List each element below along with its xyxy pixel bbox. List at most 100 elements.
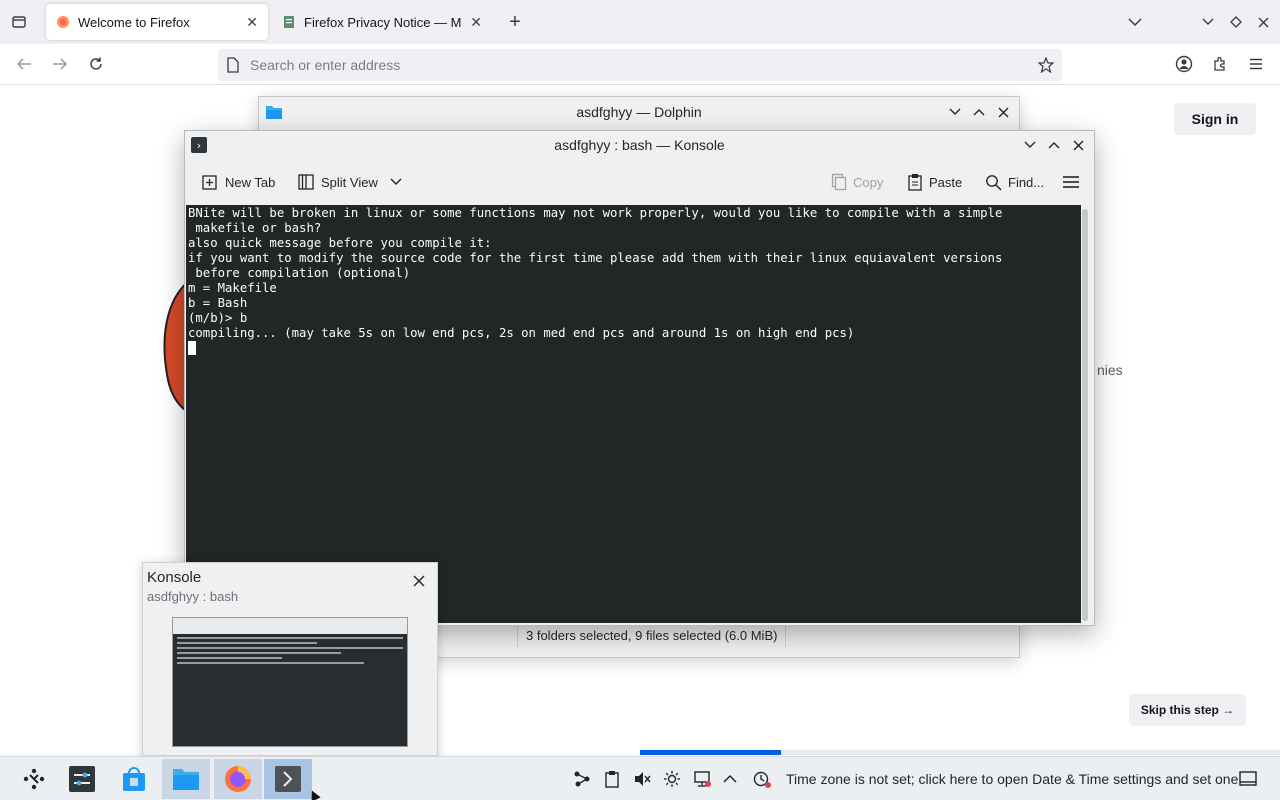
split-view-icon [298, 174, 314, 190]
reload-icon[interactable] [86, 54, 106, 74]
firefox-tab-bar: Welcome to Firefox ✕ Firefox Privacy Not… [0, 0, 1280, 44]
new-tab-label: New Tab [225, 174, 276, 190]
konsole-window[interactable]: › asdfghyy : bash — Konsole New Tab Spli… [184, 130, 1095, 626]
timezone-notice[interactable]: Time zone is not set; click here to open… [786, 771, 1238, 787]
terminal-line: also quick message before you compile it… [188, 236, 492, 250]
terminal-line: before compilation (optional) [188, 266, 411, 280]
split-view-button[interactable]: Split View [297, 167, 402, 197]
dolphin-taskbar-icon[interactable] [162, 759, 210, 799]
tab-title: Welcome to Firefox [78, 14, 190, 30]
application-launcher-icon[interactable] [10, 759, 58, 799]
close-icon[interactable] [1068, 135, 1088, 155]
clock-warning-icon[interactable] [752, 769, 772, 789]
page-icon [227, 57, 239, 73]
url-placeholder: Search or enter address [250, 57, 401, 73]
volume-muted-icon[interactable] [632, 769, 652, 789]
bookmark-star-icon[interactable] [1038, 57, 1054, 73]
tab-welcome-to-firefox[interactable]: Welcome to Firefox ✕ [46, 4, 268, 40]
window-title: asdfghyy : bash — Konsole [554, 137, 725, 153]
paste-icon [908, 174, 922, 191]
back-arrow-icon[interactable] [14, 54, 34, 74]
close-window-icon[interactable] [1253, 12, 1273, 32]
konsole-taskbar-icon[interactable] [264, 759, 312, 799]
show-desktop-icon[interactable] [1238, 769, 1258, 789]
thumbnail-text-line [177, 657, 283, 659]
terminal-cursor-line [186, 341, 1081, 357]
preview-thumbnail[interactable] [172, 617, 408, 747]
preview-window-title: asdfghyy : bash [147, 589, 239, 604]
skip-this-step-button[interactable]: Skip this step → [1129, 694, 1246, 726]
clipboard-icon[interactable] [602, 769, 622, 789]
network-disconnected-icon[interactable] [692, 769, 712, 789]
kde-connect-icon[interactable] [572, 769, 592, 789]
discover-store-icon[interactable] [110, 759, 158, 799]
search-icon [986, 174, 1002, 191]
brightness-icon[interactable] [662, 769, 682, 789]
forward-arrow-icon[interactable] [50, 54, 70, 74]
maximize-icon[interactable] [1226, 12, 1246, 32]
konsole-app-icon: › [191, 137, 207, 153]
menu-hamburger-icon[interactable] [1246, 54, 1266, 74]
thumbnail-toolbar [173, 618, 407, 634]
show-hidden-icons-chevron-up-icon[interactable] [720, 769, 740, 789]
copy-button[interactable]: Copy [831, 167, 883, 197]
minimize-icon[interactable] [1020, 135, 1040, 155]
thumbnail-text-line [177, 652, 341, 654]
system-settings-icon[interactable] [58, 759, 106, 799]
progress-fill [640, 750, 781, 755]
close-icon[interactable] [993, 102, 1013, 122]
terminal-line: b = Bash [188, 296, 248, 310]
url-bar[interactable]: Search or enter address [218, 49, 1062, 81]
sign-in-button[interactable]: Sign in [1174, 103, 1256, 135]
paste-button[interactable]: Paste [907, 167, 962, 197]
firefox-favicon-icon [57, 16, 69, 28]
folder-icon [266, 106, 282, 119]
paste-label: Paste [929, 174, 963, 190]
firefox-taskbar-icon[interactable] [214, 759, 262, 799]
window-title: asdfghyy — Dolphin [576, 104, 702, 120]
thumbnail-text-line [177, 637, 403, 639]
terminal-scrollbar[interactable] [1082, 209, 1088, 621]
split-view-label: Split View [321, 174, 378, 190]
find-label: Find... [1008, 174, 1045, 190]
copy-icon [831, 173, 847, 191]
terminal-line: if you want to modify the source code fo… [188, 251, 1003, 265]
tab-title: Firefox Privacy Notice — M [304, 14, 462, 30]
dolphin-status-bar: 3 folders selected, 9 files selected (6.… [517, 623, 787, 647]
maximize-icon[interactable] [1044, 135, 1064, 155]
thumbnail-text-line [177, 647, 403, 649]
new-tab-button[interactable]: New Tab [201, 167, 275, 197]
terminal-line: BNite will be broken in linux or some fu… [188, 206, 1003, 220]
extensions-icon[interactable] [1210, 54, 1230, 74]
tab-close-icon[interactable]: ✕ [470, 14, 482, 31]
firefox-view-icon[interactable] [8, 12, 30, 32]
terminal-line: makefile or bash? [188, 221, 322, 235]
account-icon[interactable] [1174, 54, 1194, 74]
preview-app-name: Konsole [147, 569, 202, 586]
terminal-cursor [188, 341, 196, 355]
hamburger-menu-icon[interactable] [1062, 167, 1080, 197]
minimize-icon[interactable] [945, 102, 965, 122]
tab-close-icon[interactable]: ✕ [246, 14, 258, 31]
onboarding-progress-bar [640, 750, 1280, 755]
task-preview-popup[interactable]: Konsole asdfghyy : bash [142, 562, 438, 756]
terminal-view[interactable]: BNite will be broken in linux or some fu… [186, 205, 1081, 623]
chevron-down-icon[interactable] [390, 178, 402, 186]
terminal-line: (m/b)> b [188, 311, 248, 325]
thumbnail-text-line [177, 662, 365, 664]
copy-label: Copy [853, 174, 884, 190]
find-button[interactable]: Find... [985, 167, 1044, 197]
document-favicon-icon [284, 16, 294, 28]
terminal-line: m = Makefile [188, 281, 277, 295]
preview-close-icon[interactable] [409, 571, 429, 591]
taskbar: Time zone is not set; click here to open… [0, 756, 1280, 800]
list-all-tabs-chevron-icon[interactable] [1124, 12, 1146, 32]
terminal-line: compiling... (may take 5s on low end pcs… [188, 326, 855, 340]
minimize-icon[interactable] [1198, 12, 1218, 32]
new-tab-icon [202, 175, 217, 190]
tab-firefox-privacy-notice[interactable]: Firefox Privacy Notice — M ✕ [272, 4, 492, 40]
konsole-titlebar[interactable]: › asdfghyy : bash — Konsole [185, 131, 1094, 159]
dolphin-titlebar[interactable]: asdfghyy — Dolphin [259, 97, 1019, 127]
maximize-icon[interactable] [969, 102, 989, 122]
new-tab-plus-icon[interactable]: + [504, 11, 526, 33]
